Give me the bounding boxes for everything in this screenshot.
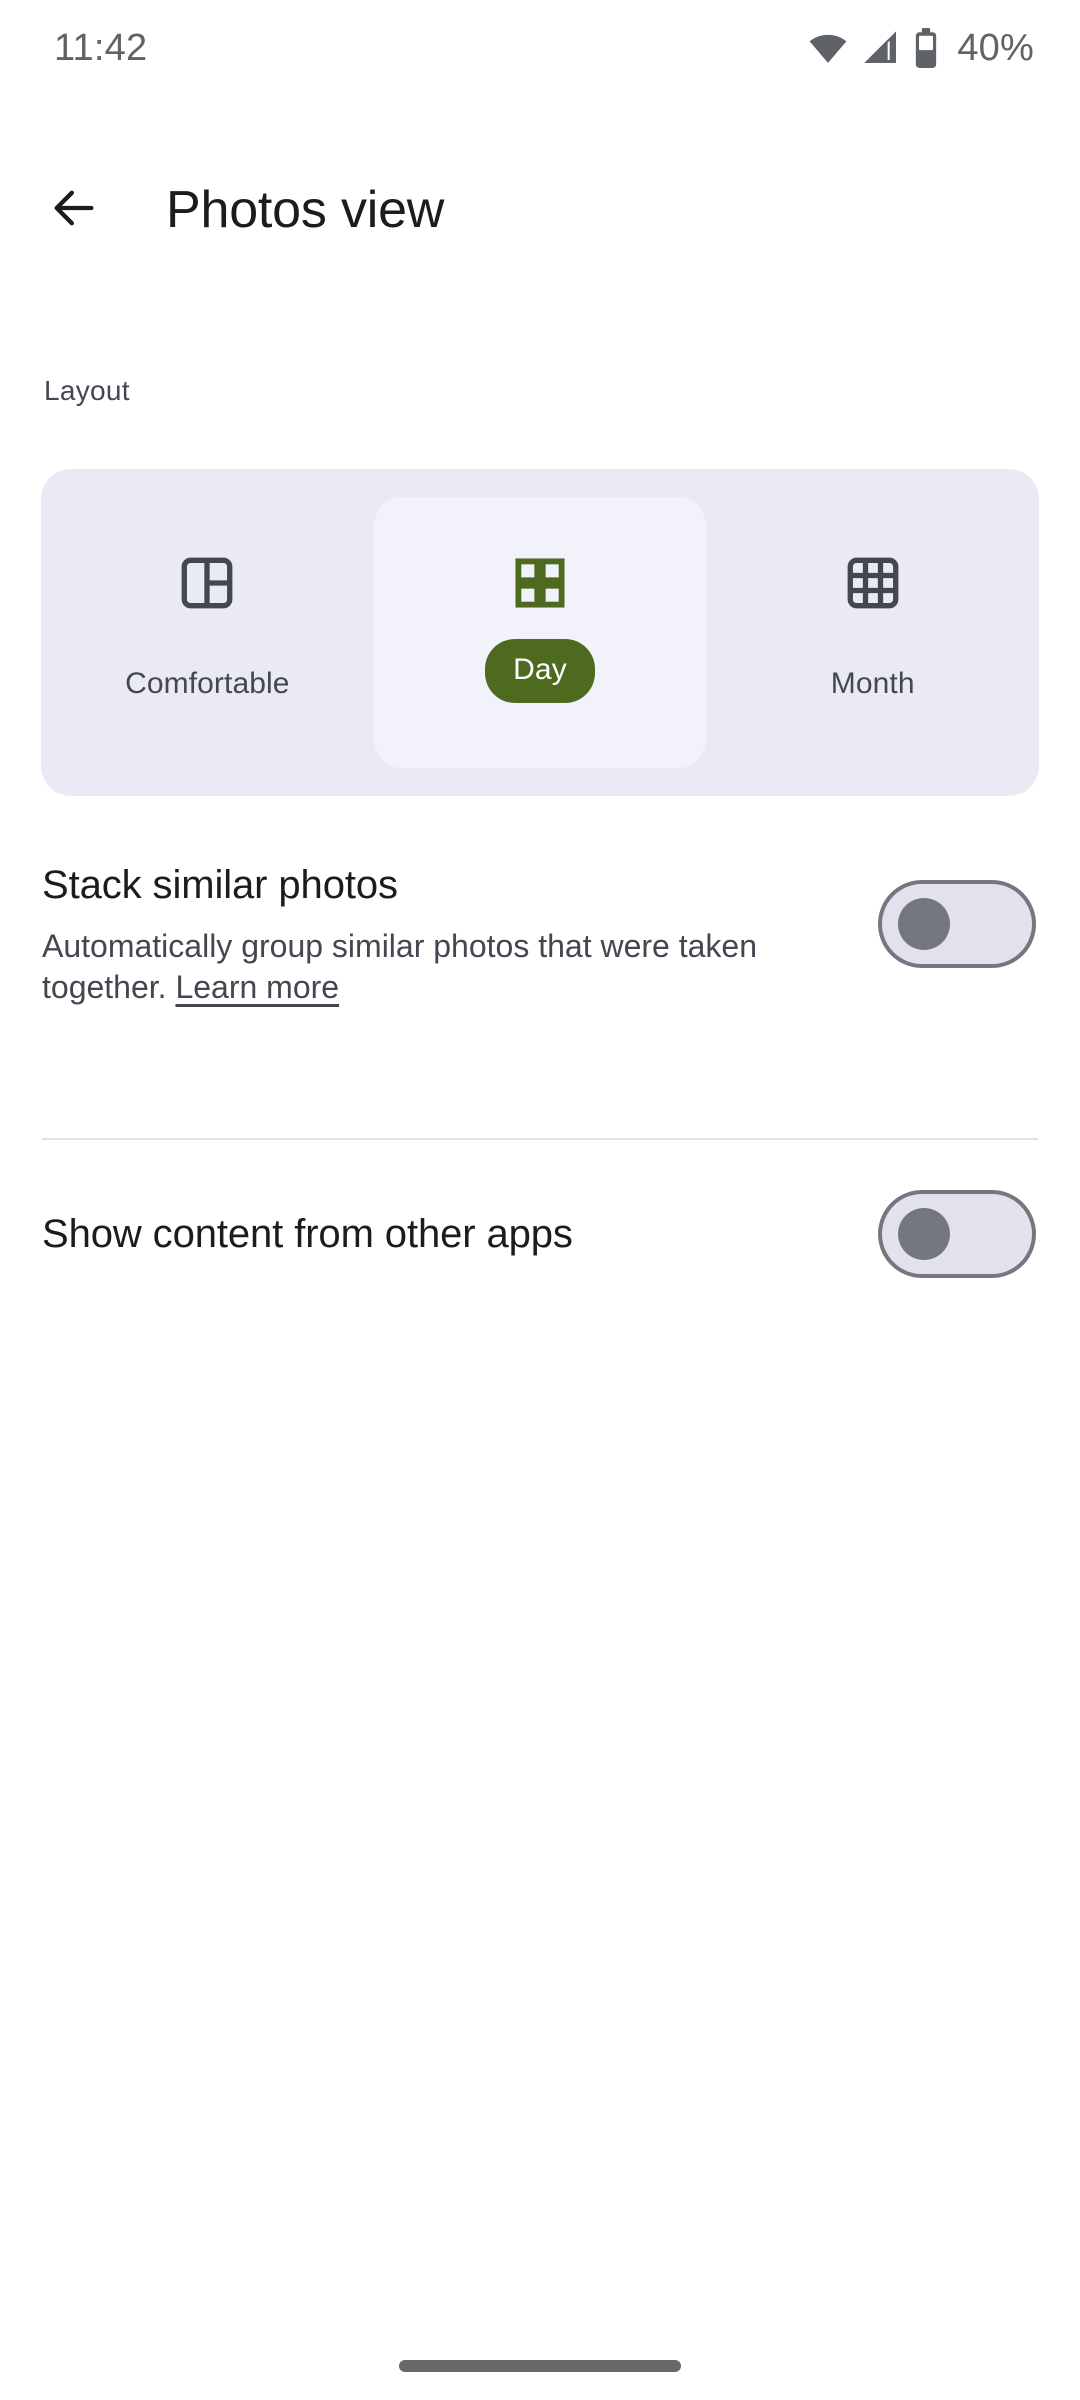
- layout-option-comfortable[interactable]: Comfortable: [41, 497, 374, 768]
- layout-option-month-label: Month: [830, 667, 915, 700]
- app-bar: Photos view: [0, 150, 1080, 270]
- status-bar: 11:42 40%: [0, 0, 1080, 96]
- layout-segmented-control: Comfortable Day Month: [41, 469, 1039, 796]
- section-divider: [42, 1138, 1038, 1140]
- setting-row-text: Stack similar photos Automatically group…: [42, 862, 878, 1008]
- setting-row-text: Show content from other apps: [42, 1211, 878, 1257]
- back-arrow-icon: [48, 182, 100, 239]
- show-content-other-apps-toggle[interactable]: [878, 1190, 1036, 1278]
- layout-option-comfortable-label: Comfortable: [125, 667, 290, 700]
- show-content-other-apps-title: Show content from other apps: [42, 1212, 573, 1256]
- layout-option-month[interactable]: Month: [706, 497, 1039, 768]
- learn-more-link[interactable]: Learn more: [175, 969, 339, 1005]
- wifi-icon: [807, 27, 849, 69]
- cellular-signal-icon: [861, 28, 901, 68]
- status-bar-icons: 40%: [807, 27, 1034, 69]
- stack-similar-photos-description: Automatically group similar photos that …: [42, 926, 782, 1008]
- status-bar-clock: 11:42: [54, 27, 148, 69]
- battery-icon: [913, 27, 939, 69]
- day-grid-icon: [513, 554, 567, 612]
- phone-screen: 11:42 40% Photos view Layout Comfortable…: [0, 0, 1080, 2400]
- layout-option-day[interactable]: Day: [373, 497, 707, 768]
- comfortable-layout-icon: [178, 554, 236, 612]
- stack-description-text: Automatically group similar photos that …: [42, 928, 758, 1005]
- stack-similar-photos-toggle[interactable]: [878, 880, 1036, 968]
- layout-option-day-label: Day: [485, 639, 595, 703]
- toggle-thumb: [898, 898, 950, 950]
- month-grid-icon: [844, 554, 902, 612]
- gesture-navigation-pill[interactable]: [399, 2360, 681, 2372]
- toggle-thumb: [898, 1208, 950, 1260]
- setting-row-stack-similar-photos[interactable]: Stack similar photos Automatically group…: [0, 862, 1080, 1008]
- stack-similar-photos-title: Stack similar photos: [42, 863, 398, 907]
- layout-section-label: Layout: [44, 375, 130, 406]
- page-title: Photos view: [166, 181, 445, 239]
- battery-percent-label: 40%: [957, 27, 1034, 69]
- setting-row-show-content-other-apps[interactable]: Show content from other apps: [0, 1190, 1080, 1278]
- back-button[interactable]: [26, 162, 122, 258]
